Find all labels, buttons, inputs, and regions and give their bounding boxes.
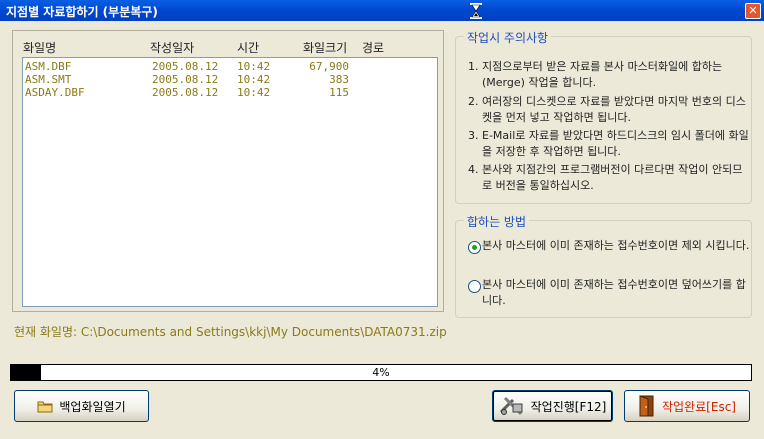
cell-time: 10:42 [237,86,271,99]
tools-icon [499,396,523,416]
hourglass-icon [470,3,482,19]
cell-size: 383 [329,73,349,86]
cell-filename: ASM.SMT [25,73,72,86]
progress-label: 4% [372,366,390,379]
run-label: 작업진행[F12] [530,399,607,414]
run-button[interactable]: 작업진행[F12] [492,390,613,422]
window-title: 지점별 자료합하기 (부분복구) [6,5,158,19]
radio-exclude-label[interactable]: 본사 마스터에 이미 존재하는 접수번호이면 제외 시킵니다. [482,238,752,254]
cell-date: 2005.08.12 [152,86,219,99]
cell-date: 2005.08.12 [152,60,219,73]
open-backup-button[interactable]: 백업화일열기 [14,390,149,422]
cell-date: 2005.08.12 [152,73,219,86]
cell-size: 115 [329,86,349,99]
progress-bar: 4% [10,364,752,381]
done-button[interactable]: 작업완료[Esc] [624,390,750,422]
column-header-date: 작성일자 [150,41,195,55]
file-list-panel: 화일명 작성일자 시간 화일크기 경로 ASM.DBF 2005.08.12 1… [12,30,444,312]
radio-overwrite-label[interactable]: 본사 마스터에 이미 존재하는 접수번호이면 덮어쓰기를 합니다. [482,277,752,309]
notes-groupbox: 작업시 주의사항 1. 지점으로부터 받은 자료를 본사 마스터화일에 합하는(… [455,29,752,204]
notes-title: 작업시 주의사항 [464,29,552,46]
door-exit-icon [639,395,654,417]
method-groupbox: 합하는 방법 본사 마스터에 이미 존재하는 접수번호이면 제외 시킵니다. 본… [455,213,752,318]
done-label: 작업완료[Esc] [662,399,736,414]
method-title: 합하는 방법 [464,213,530,230]
title-bar: 지점별 자료합하기 (부분복구) ✕ [0,0,764,21]
column-header-time: 시간 [237,41,260,55]
open-backup-label: 백업화일열기 [59,399,126,414]
cell-time: 10:42 [237,60,271,73]
column-header-filename: 화일명 [23,41,57,55]
cell-size: 67,900 [309,60,349,73]
file-listbox[interactable]: ASM.DBF 2005.08.12 10:42 67,900 ASM.SMT … [22,57,438,307]
cell-filename: ASM.DBF [25,60,72,73]
radio-overwrite[interactable] [468,280,481,293]
cell-time: 10:42 [237,73,271,86]
column-header-path: 경로 [362,41,385,55]
column-header-size: 화일크기 [303,41,348,55]
current-file-path: 현재 화일명: C:\Documents and Settings\kkj\My… [14,325,447,339]
radio-exclude[interactable] [468,241,481,254]
cell-filename: ASDAY.DBF [25,86,85,99]
folder-icon [37,401,53,412]
close-icon[interactable]: ✕ [745,3,761,19]
